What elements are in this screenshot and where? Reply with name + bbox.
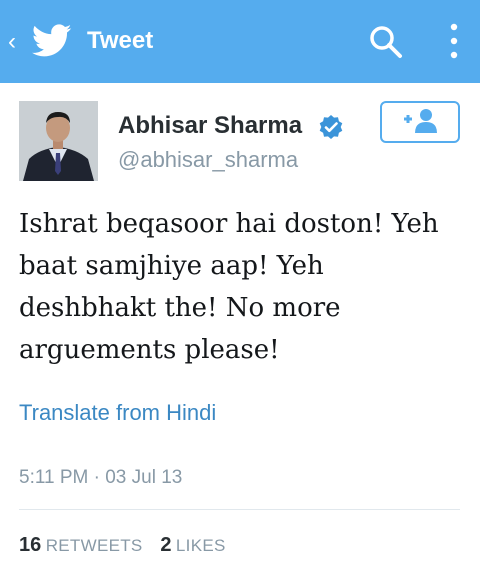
tweet-text: Ishrat beqasoor hai doston! Yeh baat sam…	[19, 209, 439, 365]
search-icon[interactable]	[368, 24, 404, 60]
page-title: Tweet	[87, 27, 154, 54]
likes-stat[interactable]: 2 LIKES	[160, 534, 226, 556]
retweets-label: RETWEETS	[45, 536, 143, 555]
tweet-timestamp: 5:11 PM · 03 Jul 13	[19, 467, 183, 488]
likes-count: 2	[160, 534, 172, 556]
retweets-stat[interactable]: 16 RETWEETS	[19, 534, 143, 556]
author-handle[interactable]: @abhisar_sharma	[118, 146, 298, 174]
author-name[interactable]: Abhisar Sharma	[118, 111, 302, 141]
chevron-left-icon[interactable]: ‹	[8, 30, 16, 54]
more-vertical-icon[interactable]	[444, 20, 464, 62]
retweets-count: 16	[19, 534, 42, 556]
verified-badge-icon	[319, 115, 343, 139]
avatar-image	[19, 101, 98, 181]
likes-label: LIKES	[175, 536, 226, 555]
twitter-bird-icon[interactable]	[32, 24, 72, 58]
translate-link[interactable]: Translate from Hindi	[19, 398, 216, 428]
divider	[19, 509, 460, 510]
avatar[interactable]	[19, 101, 98, 181]
tweet-stats: 16 RETWEETS 2 LIKES	[19, 531, 226, 561]
top-app-bar: ‹ Tweet	[0, 0, 480, 83]
follow-button[interactable]	[380, 101, 460, 143]
add-user-icon	[404, 109, 437, 133]
